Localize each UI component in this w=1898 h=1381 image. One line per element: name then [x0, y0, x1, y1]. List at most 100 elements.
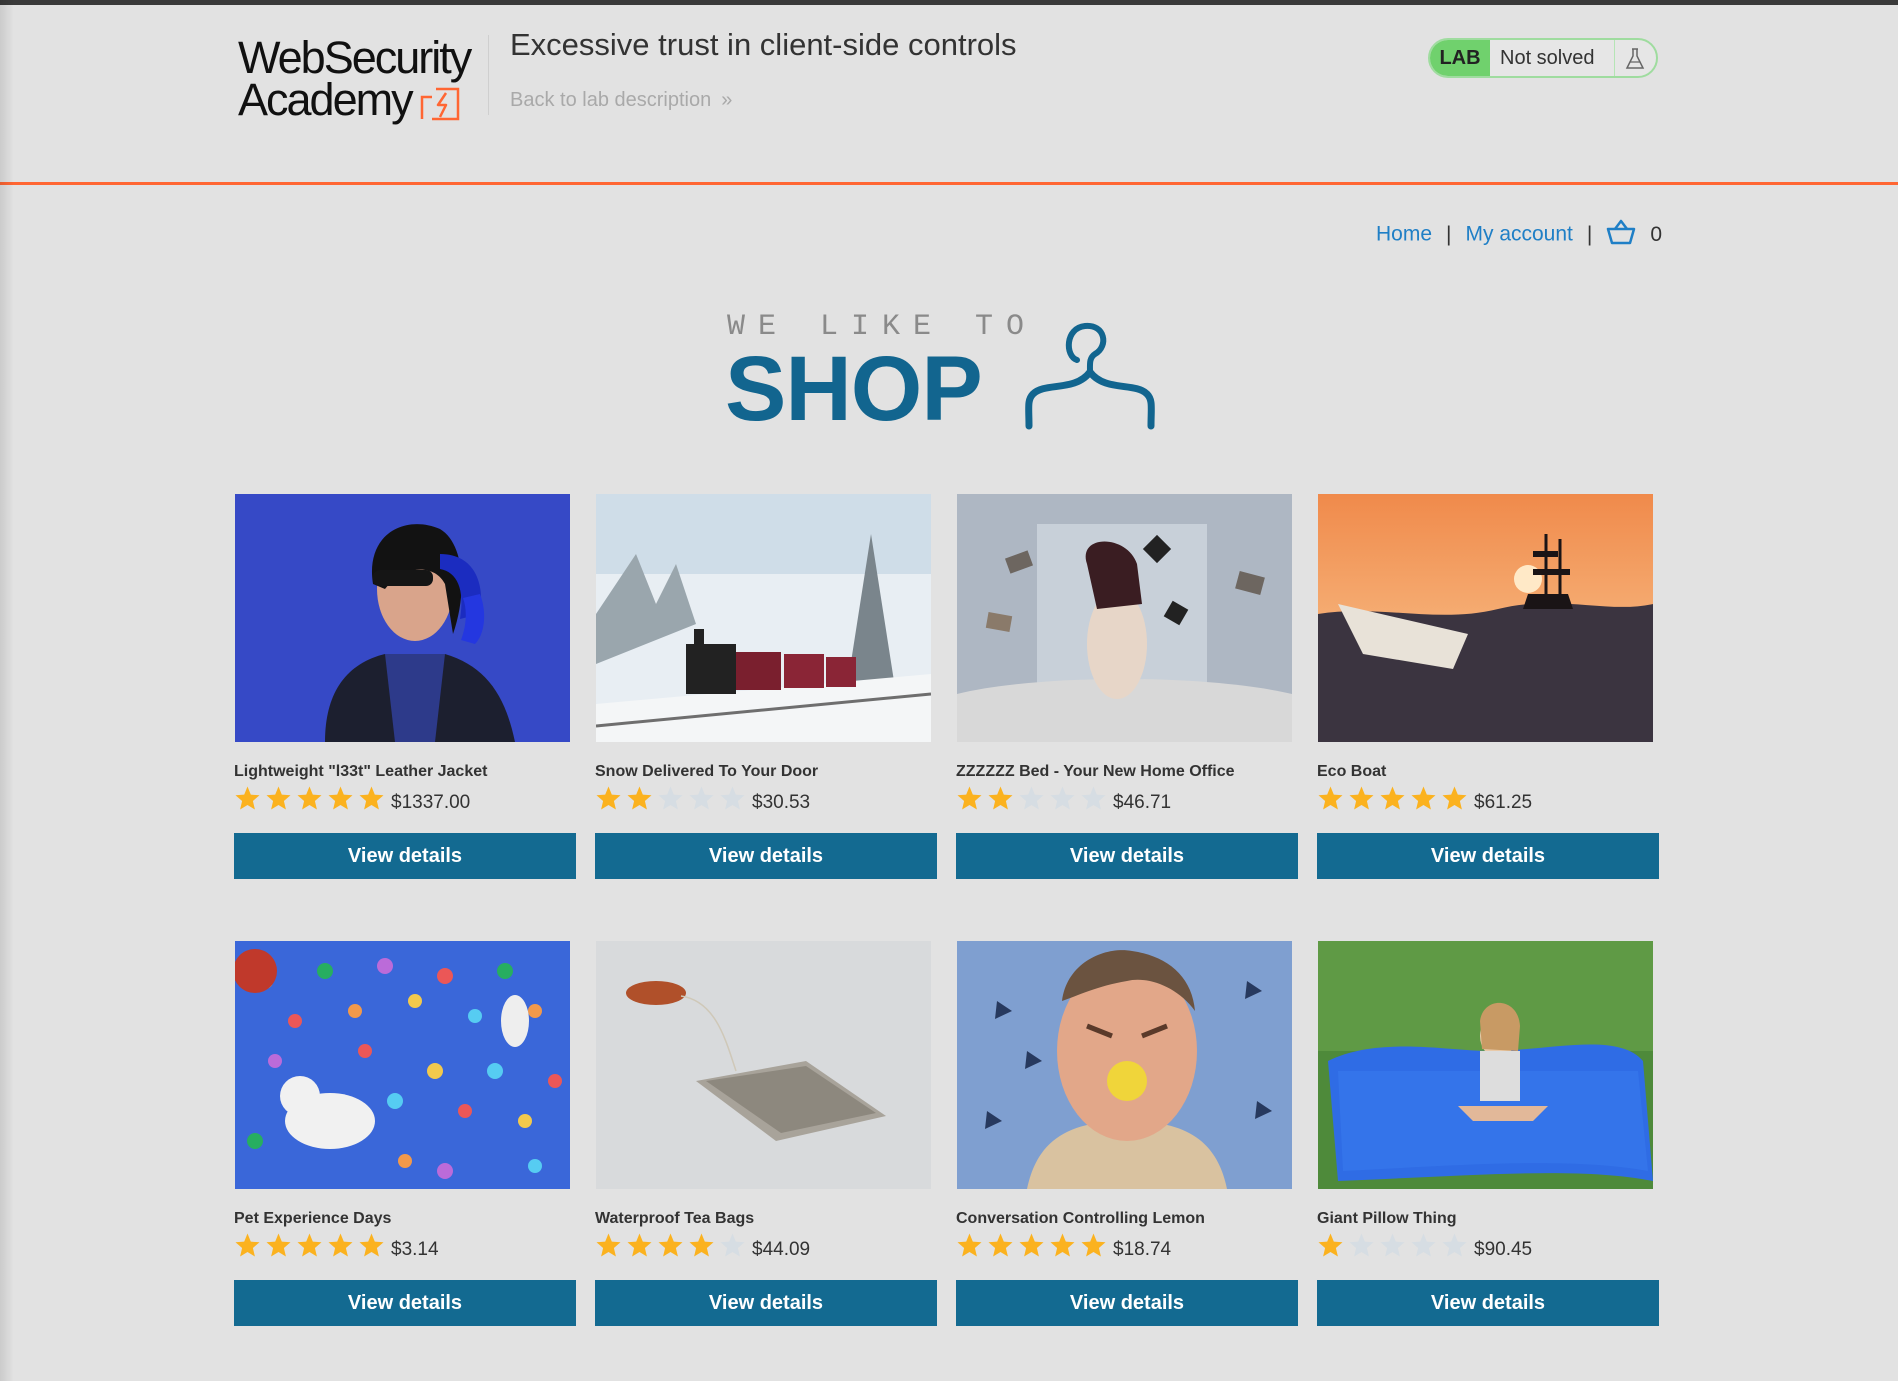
logo-text-line2: Academy	[238, 74, 414, 125]
nav-home-link[interactable]: Home	[1376, 223, 1432, 246]
star-filled-icon	[296, 1232, 327, 1262]
star-filled-icon	[1379, 785, 1410, 815]
star-filled-icon	[595, 785, 626, 815]
product-price: $3.14	[391, 1239, 439, 1260]
star-filled-icon	[327, 1232, 358, 1262]
star-filled-icon	[987, 785, 1018, 815]
nav-my-account-link[interactable]: My account	[1466, 223, 1573, 246]
view-details-button[interactable]: View details	[595, 833, 937, 879]
product-price: $18.74	[1113, 1239, 1172, 1260]
star-filled-icon	[327, 785, 358, 815]
lab-status-divider	[1614, 40, 1615, 76]
product-image[interactable]	[1318, 494, 1653, 742]
shop-banner: WE LIKE TO SHOP	[725, 310, 1165, 435]
star-filled-icon	[296, 785, 327, 815]
product-image[interactable]	[235, 941, 570, 1189]
star-filled-icon	[1348, 785, 1379, 815]
double-chevron-right-icon: »	[721, 89, 733, 111]
star-filled-icon	[1080, 1232, 1111, 1262]
lab-status-widget[interactable]: LAB Not solved	[1428, 38, 1658, 78]
product-price: $61.25	[1474, 792, 1533, 813]
leather-jacket-photo	[235, 494, 570, 742]
product-price: $30.53	[752, 792, 811, 813]
view-details-button[interactable]: View details	[956, 833, 1298, 879]
star-empty-icon	[1348, 1232, 1379, 1262]
product-name: Lightweight "l33t" Leather Jacket	[234, 763, 488, 780]
product-price: $44.09	[752, 1239, 811, 1260]
star-filled-icon	[1317, 1232, 1348, 1262]
cart-count: 0	[1650, 222, 1663, 246]
lab-header: WebSecurity Academy Excessive trust in c…	[0, 5, 1898, 183]
view-details-button[interactable]: View details	[1317, 1280, 1659, 1326]
tea-bag-photo	[596, 941, 931, 1189]
star-filled-icon	[657, 1232, 688, 1262]
view-details-button[interactable]: View details	[234, 833, 576, 879]
star-filled-icon	[595, 1232, 626, 1262]
window-left-shadow	[0, 0, 14, 1381]
view-details-button[interactable]: View details	[956, 1280, 1298, 1326]
product-rating	[956, 785, 1111, 815]
product-name: Conversation Controlling Lemon	[956, 1210, 1205, 1227]
product-rating	[1317, 785, 1472, 815]
product-name: Pet Experience Days	[234, 1210, 392, 1227]
product-image[interactable]	[957, 941, 1292, 1189]
star-filled-icon	[234, 1232, 265, 1262]
back-to-lab-description-link[interactable]: Back to lab description »	[510, 89, 732, 112]
nav-separator: |	[1446, 222, 1452, 246]
lab-status-text: Not solved	[1500, 47, 1595, 69]
header-accent-border	[0, 182, 1898, 185]
product-price: $46.71	[1113, 792, 1172, 813]
star-empty-icon	[719, 1232, 750, 1262]
view-details-button[interactable]: View details	[595, 1280, 937, 1326]
back-link-label: Back to lab description	[510, 89, 712, 111]
product-rating	[234, 1232, 389, 1262]
lab-title: Excessive trust in client-side controls	[510, 27, 1017, 62]
balloons-dog-photo	[235, 941, 570, 1189]
star-filled-icon	[265, 785, 296, 815]
product-rating	[595, 1232, 750, 1262]
product-price: $90.45	[1474, 1239, 1533, 1260]
web-security-academy-logo[interactable]: WebSecurity Academy	[238, 35, 488, 125]
product-image[interactable]	[596, 494, 931, 742]
product-image[interactable]	[596, 941, 931, 1189]
cart-icon[interactable]	[1606, 219, 1636, 245]
product-image[interactable]	[957, 494, 1292, 742]
view-details-button[interactable]: View details	[1317, 833, 1659, 879]
product-image[interactable]	[1318, 941, 1653, 1189]
product-price: $1337.00	[391, 792, 471, 813]
star-filled-icon	[956, 1232, 987, 1262]
star-filled-icon	[1049, 1232, 1080, 1262]
view-details-button[interactable]: View details	[234, 1280, 576, 1326]
banner-title: SHOP	[725, 338, 983, 440]
star-filled-icon	[987, 1232, 1018, 1262]
product-rating	[956, 1232, 1111, 1262]
star-filled-icon	[358, 785, 389, 815]
star-filled-icon	[1410, 785, 1441, 815]
product-name: ZZZZZZ Bed - Your New Home Office	[956, 763, 1235, 780]
star-filled-icon	[1018, 1232, 1049, 1262]
star-empty-icon	[688, 785, 719, 815]
flask-icon	[1625, 48, 1645, 69]
star-empty-icon	[1049, 785, 1080, 815]
star-filled-icon	[626, 785, 657, 815]
header-divider	[488, 35, 489, 115]
nav-separator: |	[1586, 222, 1593, 246]
star-empty-icon	[719, 785, 750, 815]
top-navigation: Home | My account | 0	[1376, 219, 1663, 252]
lemon-man-photo	[957, 941, 1292, 1189]
product-rating	[234, 785, 389, 815]
star-empty-icon	[1441, 1232, 1472, 1262]
star-empty-icon	[1379, 1232, 1410, 1262]
product-name: Eco Boat	[1317, 763, 1387, 780]
product-rating	[1317, 1232, 1472, 1262]
logo-lightning-icon	[420, 87, 460, 121]
star-filled-icon	[265, 1232, 296, 1262]
star-filled-icon	[688, 1232, 719, 1262]
lab-tag: LAB	[1430, 40, 1490, 76]
star-empty-icon	[1080, 785, 1111, 815]
product-image[interactable]	[235, 494, 570, 742]
star-empty-icon	[1410, 1232, 1441, 1262]
clothes-hanger-icon	[1025, 322, 1155, 430]
star-filled-icon	[1441, 785, 1472, 815]
snow-train-photo	[596, 494, 931, 742]
